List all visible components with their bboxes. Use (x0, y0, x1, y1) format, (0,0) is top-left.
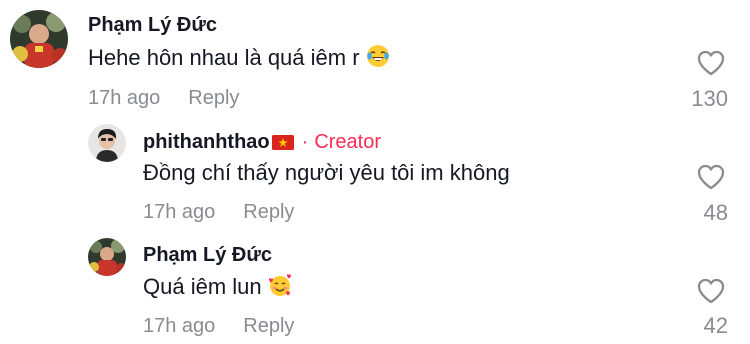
avatar[interactable] (88, 238, 126, 276)
creator-separator: · (301, 131, 309, 153)
comment-text: Đồng chí thấy người yêu tôi im không (143, 160, 510, 185)
like-count: 42 (703, 313, 728, 338)
like-count: 48 (703, 200, 728, 225)
heart-icon[interactable] (697, 50, 725, 76)
comment-username[interactable]: Phạm Lý Đức (88, 14, 217, 37)
comment-text: Hehe hôn nhau là quá iêm r (88, 45, 390, 71)
reply-button[interactable]: Reply (243, 315, 294, 337)
smiling-face-with-hearts-icon (268, 273, 292, 297)
vietnam-flag-icon (271, 133, 294, 151)
comment-meta: 17h ago Reply (143, 315, 294, 338)
comment-meta: 17h ago Reply (143, 201, 294, 224)
timestamp: 17h ago (143, 315, 216, 337)
comment-username[interactable]: Phạm Lý Đức (143, 244, 272, 267)
like-count: 130 (691, 86, 728, 111)
timestamp: 17h ago (88, 87, 161, 109)
creator-badge: Creator (314, 131, 382, 153)
avatar[interactable] (88, 124, 126, 162)
comment-username[interactable]: phithanhthao · Creator (143, 131, 381, 154)
reply-button[interactable]: Reply (188, 87, 239, 109)
heart-icon[interactable] (697, 164, 725, 190)
avatar[interactable] (10, 10, 68, 68)
comment-meta: 17h ago Reply (88, 87, 239, 110)
reply-button[interactable]: Reply (243, 201, 294, 223)
face-with-tears-of-joy-icon (366, 44, 390, 68)
timestamp: 17h ago (143, 201, 216, 223)
heart-icon[interactable] (697, 278, 725, 304)
comment-text: Quá iêm lun (143, 274, 292, 300)
